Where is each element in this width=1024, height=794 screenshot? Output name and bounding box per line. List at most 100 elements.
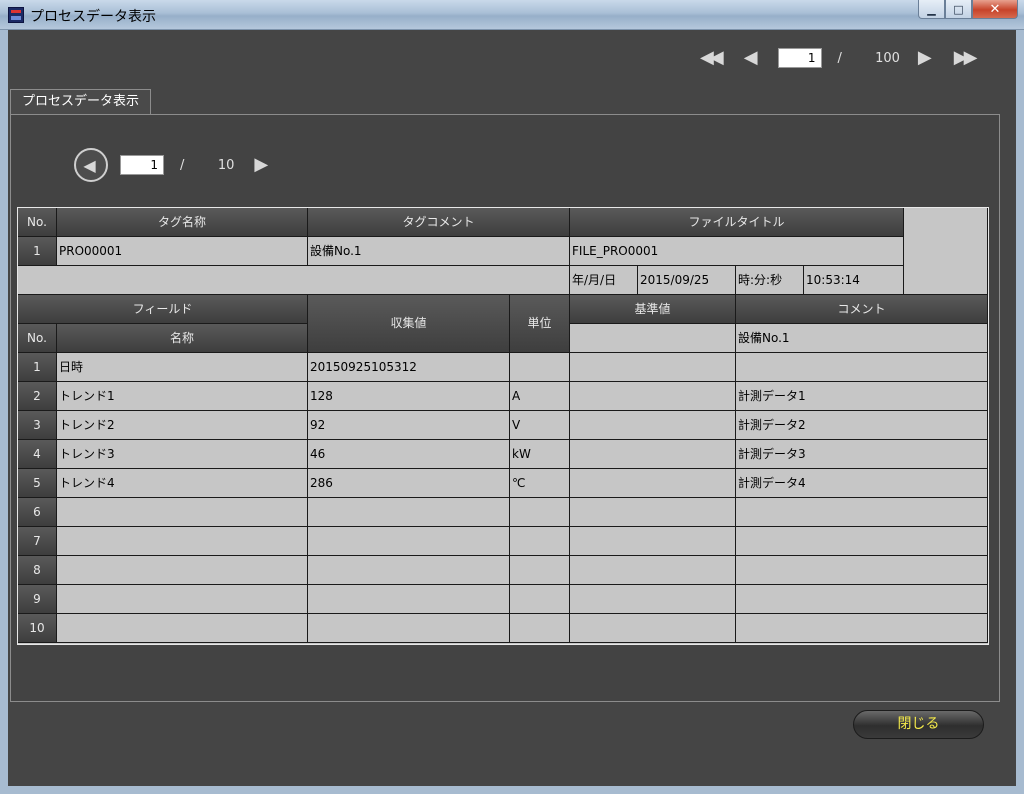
- row-no: 10: [18, 614, 57, 643]
- row-reference: [570, 585, 736, 614]
- top-page-separator: /: [837, 50, 842, 66]
- row-no: 7: [18, 527, 57, 556]
- first-page-icon[interactable]: ◀◀: [700, 49, 724, 67]
- tag-header-no: No.: [18, 208, 57, 237]
- row-no: 8: [18, 556, 57, 585]
- window-frame-right: [1016, 30, 1024, 794]
- client-area: ◀◀ ◀ 1 / 100 ▶ ▶▶ プロセスデータ表示 ◀ 1 / 10 ▶ N…: [8, 30, 1016, 786]
- row-name: [57, 498, 308, 527]
- process-data-grid: No. タグ名称 タグコメント ファイルタイトル 1 PRO00001 設備No…: [17, 207, 989, 645]
- row-unit: [510, 585, 570, 614]
- tag-header-file-title: ファイルタイトル: [570, 208, 904, 237]
- row-value: [308, 556, 510, 585]
- window-frame-left: [0, 30, 8, 794]
- row-value: [308, 527, 510, 556]
- row-value: 46: [308, 440, 510, 469]
- tag-name-cell: PRO00001: [57, 237, 308, 266]
- field-header-reference: 基準値: [570, 295, 736, 324]
- top-page-input[interactable]: 1: [777, 48, 822, 68]
- row-no: 3: [18, 411, 57, 440]
- row-reference: [570, 411, 736, 440]
- field-header-comment: コメント: [736, 295, 988, 324]
- row-unit: [510, 527, 570, 556]
- field-header-name: 名称: [57, 324, 308, 353]
- next-page-icon[interactable]: ▶: [918, 49, 932, 67]
- file-title-cell: FILE_PRO0001: [570, 237, 904, 266]
- window-controls: ▁ □ ✕: [918, 0, 1018, 20]
- field-header-no: No.: [18, 324, 57, 353]
- sub-next-page-icon[interactable]: ▶: [254, 156, 268, 174]
- row-comment: [736, 527, 988, 556]
- row-name: トレンド3: [57, 440, 308, 469]
- row-reference: [570, 382, 736, 411]
- row-comment: 計測データ1: [736, 382, 988, 411]
- row-name: [57, 527, 308, 556]
- window-title: プロセスデータ表示: [30, 9, 156, 25]
- app-icon: [8, 7, 24, 23]
- sub-page-input[interactable]: 1: [120, 155, 164, 175]
- row-reference: [570, 353, 736, 382]
- row-name: トレンド1: [57, 382, 308, 411]
- row-unit: [510, 498, 570, 527]
- date-value: 2015/09/25: [638, 266, 736, 295]
- row-comment: [736, 556, 988, 585]
- row-value: 20150925105312: [308, 353, 510, 382]
- row-value: [308, 498, 510, 527]
- row-unit: A: [510, 382, 570, 411]
- prev-page-icon[interactable]: ◀: [744, 49, 758, 67]
- time-label: 時:分:秒: [736, 266, 804, 295]
- row-value: [308, 585, 510, 614]
- row-name: [57, 614, 308, 643]
- row-no: 5: [18, 469, 57, 498]
- sub-page-separator: /: [180, 157, 185, 173]
- close-icon[interactable]: ✕: [972, 0, 1018, 19]
- field-header-collected: 収集値: [308, 295, 510, 353]
- row-no: 2: [18, 382, 57, 411]
- field-header-unit: 単位: [510, 295, 570, 353]
- row-reference: [570, 469, 736, 498]
- row-no: 6: [18, 498, 57, 527]
- last-page-icon[interactable]: ▶▶: [954, 49, 978, 67]
- row-comment: [736, 353, 988, 382]
- row-reference: [570, 527, 736, 556]
- row-comment: [736, 585, 988, 614]
- tab-process-data[interactable]: プロセスデータ表示: [10, 89, 151, 115]
- tag-header-comment: タグコメント: [308, 208, 570, 237]
- minimize-icon[interactable]: ▁: [918, 0, 945, 19]
- sub-prev-page-icon[interactable]: ◀: [74, 148, 108, 182]
- top-page-nav: ◀◀ ◀ 1 / 100 ▶ ▶▶: [700, 48, 978, 68]
- row-name: トレンド2: [57, 411, 308, 440]
- close-button[interactable]: 閉じる: [853, 710, 984, 739]
- field-header: フィールド: [18, 295, 308, 324]
- maximize-icon[interactable]: □: [945, 0, 972, 19]
- row-comment: 計測データ2: [736, 411, 988, 440]
- sub-page-total: 10: [217, 157, 235, 173]
- row-unit: [510, 614, 570, 643]
- row-comment: [736, 498, 988, 527]
- row-name: [57, 585, 308, 614]
- row-value: 286: [308, 469, 510, 498]
- row-value: 128: [308, 382, 510, 411]
- row-reference: [570, 498, 736, 527]
- tag-blank-corner: [904, 208, 988, 295]
- tag-blank-row: [18, 266, 570, 295]
- sub-page-nav: 1 / 10 ▶: [120, 155, 268, 175]
- row-name: [57, 556, 308, 585]
- title-bar[interactable]: プロセスデータ表示 ▁ □ ✕: [0, 0, 1024, 30]
- row-comment: 計測データ3: [736, 440, 988, 469]
- window-frame-bottom: [0, 786, 1024, 794]
- tag-row-no: 1: [18, 237, 57, 266]
- row-comment: 計測データ4: [736, 469, 988, 498]
- tag-comment-cell: 設備No.1: [308, 237, 570, 266]
- row-unit: kW: [510, 440, 570, 469]
- date-label: 年/月/日: [570, 266, 638, 295]
- row-reference: [570, 556, 736, 585]
- row-unit: [510, 556, 570, 585]
- tag-header-name: タグ名称: [57, 208, 308, 237]
- row-unit: [510, 353, 570, 382]
- row-no: 9: [18, 585, 57, 614]
- time-value: 10:53:14: [804, 266, 904, 295]
- row-no: 1: [18, 353, 57, 382]
- row-name: 日時: [57, 353, 308, 382]
- row-reference: [570, 614, 736, 643]
